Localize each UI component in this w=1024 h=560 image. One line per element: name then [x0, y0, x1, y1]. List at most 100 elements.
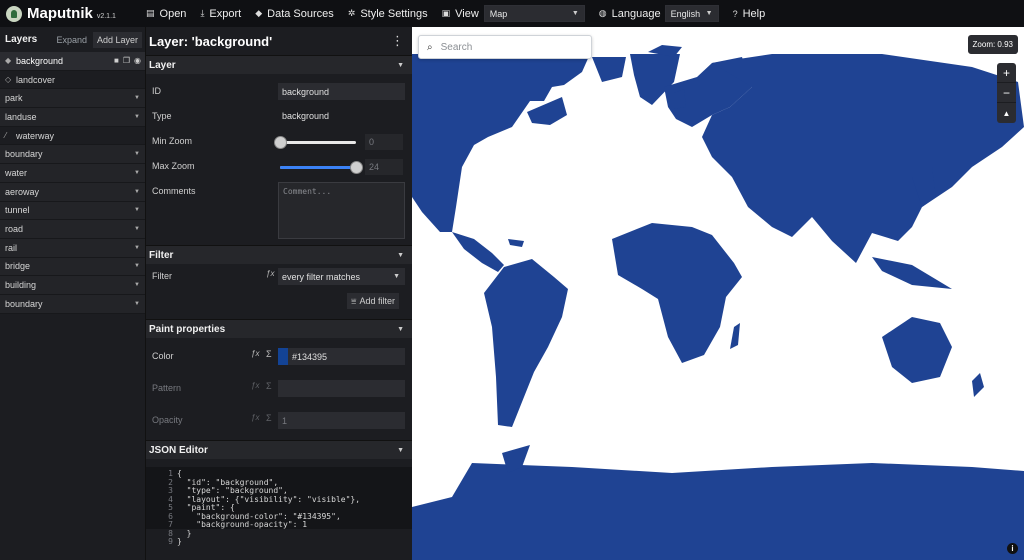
chevron-down-icon: ▼ [134, 226, 140, 233]
sigma-icon[interactable]: Σ [266, 349, 272, 359]
comments-textarea[interactable]: Comment... [278, 182, 405, 239]
layer-group-rail[interactable]: rail ▼ [0, 238, 145, 258]
more-options-icon[interactable]: ⋮ [391, 33, 404, 49]
data-sources-button[interactable]: ◆ Data Sources [255, 8, 334, 20]
chevron-down-icon: ▼ [134, 188, 140, 195]
help-label: Help [742, 7, 766, 20]
layer-group-label: tunnel [5, 205, 30, 216]
gear-icon: ✲ [347, 8, 356, 18]
layer-item-label: waterway [16, 130, 55, 141]
pattern-row: Pattern ƒx Σ [146, 376, 412, 408]
min-zoom-slider[interactable] [274, 136, 356, 149]
add-filter-label: Add filter [359, 296, 396, 306]
sigma-icon[interactable]: Σ [266, 381, 272, 391]
layer-group-building[interactable]: building ▼ [0, 276, 145, 295]
view-label: View [455, 7, 479, 20]
view-select[interactable]: Map ▼ [483, 5, 585, 22]
comments-row: Comments Comment... [146, 179, 412, 245]
max-zoom-slider[interactable] [280, 161, 363, 174]
chevron-down-icon: ▼ [134, 282, 140, 289]
layer-group-park[interactable]: park ▼ [0, 89, 145, 109]
json-editor[interactable]: 1{2 "id": "background", 3 "type": "backgr… [146, 467, 412, 546]
add-filter-button[interactable]: ⩸ Add filter [347, 293, 400, 309]
maputnik-logo-icon [6, 5, 22, 22]
pattern-input[interactable] [278, 380, 405, 397]
chevron-down-icon: ▼ [397, 446, 404, 454]
layer-item-background[interactable]: ◆ background ■ ❐ ◉ [0, 52, 145, 71]
layer-group-water[interactable]: water ▼ [0, 164, 145, 183]
layer-group-label: park [5, 93, 23, 104]
export-button[interactable]: ⤓ Export [200, 8, 241, 20]
function-icon[interactable]: ƒx [251, 413, 259, 422]
view-selector: ▣ View Map ▼ [442, 5, 585, 22]
style-settings-label: Style Settings [360, 7, 428, 20]
type-label: Type [152, 111, 172, 121]
layer-section-title: Layer [149, 59, 176, 71]
max-zoom-input[interactable]: 24 [365, 159, 403, 175]
eye-icon[interactable]: ◉ [134, 56, 141, 65]
search-box[interactable]: ⌕ Search [418, 35, 592, 59]
layer-group-aeroway[interactable]: aeroway ▼ [0, 182, 145, 202]
style-settings-button[interactable]: ✲ Style Settings [348, 8, 428, 20]
compass-icon[interactable]: ▲ [997, 103, 1016, 123]
layer-group-boundary[interactable]: boundary ▼ [0, 145, 145, 165]
json-section-title: JSON Editor [149, 444, 208, 456]
help-button[interactable]: ? Help [733, 8, 766, 20]
opacity-input[interactable]: 1 [278, 412, 405, 429]
layer-group-boundary-2[interactable]: boundary ▼ [0, 294, 145, 314]
chevron-down-icon: ▼ [134, 151, 140, 158]
json-section-header[interactable]: JSON Editor ▼ [146, 440, 412, 459]
layer-section-header[interactable]: Layer ▼ [146, 55, 412, 74]
layer-group-bridge[interactable]: bridge ▼ [0, 257, 145, 277]
layer-group-road[interactable]: road ▼ [0, 220, 145, 239]
max-zoom-slider-handle[interactable] [350, 161, 363, 174]
layer-group-label: aeroway [5, 186, 40, 197]
filter-select[interactable]: every filter matches ▼ [278, 268, 405, 285]
layer-group-label: bridge [5, 261, 31, 272]
language-selector: ◍ Language English ▼ [599, 5, 719, 22]
map-view[interactable]: ⌕ Search Zoom: 0.93 + − ▲ i [412, 27, 1024, 560]
paint-section-header[interactable]: Paint properties ▼ [146, 319, 412, 338]
min-zoom-slider-handle[interactable] [274, 136, 287, 149]
map-navigation-controls: + − ▲ [997, 63, 1016, 123]
zoom-out-button[interactable]: − [997, 83, 1016, 103]
min-zoom-input[interactable]: 0 [365, 134, 403, 150]
layer-item-label: landcover [16, 74, 56, 85]
layer-editor-panel: Layer: 'background' ⋮ Layer ▼ ID backgro… [146, 27, 412, 560]
color-row: Color ƒx Σ #134395 [146, 344, 412, 376]
id-input[interactable]: background [278, 83, 405, 100]
filter-section-header[interactable]: Filter ▼ [146, 245, 412, 264]
globe-icon: ◍ [598, 8, 607, 18]
function-icon[interactable]: ƒx [266, 269, 274, 278]
function-icon[interactable]: ƒx [251, 381, 259, 390]
function-icon[interactable]: ƒx [251, 349, 259, 358]
layer-list-header: Layers Expand Add Layer [0, 27, 145, 52]
download-icon: ⤓ [200, 8, 205, 18]
color-label: Color [152, 351, 174, 361]
chevron-down-icon: ▼ [134, 300, 140, 307]
json-line: 8 } [146, 529, 412, 539]
layer-item-waterway[interactable]: ⁄ waterway [0, 127, 145, 146]
max-zoom-slider-fill [280, 166, 356, 169]
filter-section-title: Filter [149, 249, 174, 261]
open-button[interactable]: ▤ Open [146, 8, 186, 20]
color-input[interactable]: #134395 [288, 348, 405, 365]
open-label: Open [159, 7, 187, 20]
add-layer-button[interactable]: Add Layer [92, 31, 142, 48]
layer-group-landuse[interactable]: landuse ▼ [0, 108, 145, 127]
expand-button[interactable]: Expand [52, 32, 91, 48]
copy-icon[interactable]: ❐ [123, 56, 130, 65]
color-swatch[interactable] [278, 348, 288, 365]
language-select[interactable]: English ▼ [664, 5, 719, 22]
fill-layer-icon: ◇ [5, 75, 12, 85]
chevron-down-icon: ▼ [393, 273, 400, 280]
info-icon[interactable]: i [1007, 543, 1018, 554]
zoom-in-button[interactable]: + [997, 63, 1016, 83]
layer-item-actions: ■ ❐ ◉ [114, 56, 141, 65]
export-label: Export [209, 7, 242, 20]
trash-icon[interactable]: ■ [114, 56, 119, 65]
top-toolbar: Maputnik v2.1.1 ▤ Open ⤓ Export ◆ Data S… [0, 0, 1024, 27]
layer-item-landcover[interactable]: ◇ landcover [0, 71, 145, 90]
sigma-icon[interactable]: Σ [266, 413, 272, 423]
layer-group-tunnel[interactable]: tunnel ▼ [0, 201, 145, 221]
